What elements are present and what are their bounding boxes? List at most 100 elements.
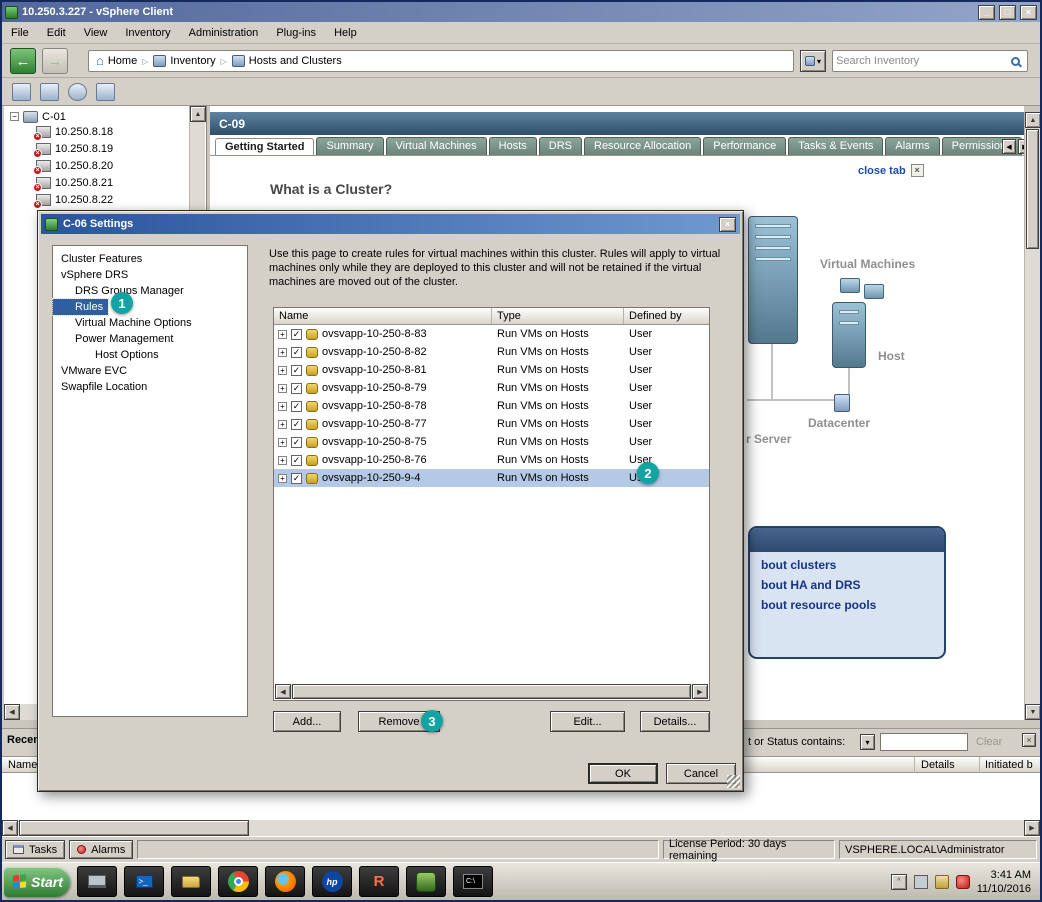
menu-item[interactable]: Edit: [38, 24, 75, 42]
scroll-left-icon[interactable]: ◀: [2, 820, 18, 836]
scrollbar-thumb[interactable]: [292, 684, 691, 699]
column-header-details[interactable]: Details: [921, 759, 955, 771]
start-button[interactable]: Start: [4, 867, 70, 897]
expand-icon[interactable]: +: [278, 402, 287, 411]
scroll-right-icon[interactable]: ▶: [1024, 820, 1040, 836]
tree-node-host[interactable]: × 10.250.8.18: [4, 123, 206, 140]
rule-checkbox[interactable]: ✓: [291, 383, 302, 394]
expand-icon[interactable]: +: [278, 366, 287, 375]
tab[interactable]: Performance: [703, 137, 786, 155]
menu-item[interactable]: Administration: [180, 24, 268, 42]
tree-node-host[interactable]: × 10.250.8.19: [4, 140, 206, 157]
settings-nav-item[interactable]: Virtual Machine Options: [53, 315, 197, 331]
collapse-icon[interactable]: −: [10, 112, 19, 121]
search-icon[interactable]: [1011, 57, 1020, 66]
breadcrumb-home[interactable]: ⌂ Home: [96, 55, 137, 67]
expand-icon[interactable]: +: [278, 474, 287, 483]
search-input[interactable]: [833, 52, 1009, 70]
rule-row[interactable]: + ✓ ovsvapp-10-250-8-79 Run VMs on Hosts…: [274, 379, 709, 397]
rule-checkbox[interactable]: ✓: [291, 365, 302, 376]
search-scope-button[interactable]: ▾: [800, 50, 826, 72]
menu-item[interactable]: Help: [325, 24, 366, 42]
tree-node-host[interactable]: × 10.250.8.22: [4, 191, 206, 208]
rule-checkbox[interactable]: ✓: [291, 473, 302, 484]
column-header-defined-by[interactable]: Defined by: [624, 308, 709, 324]
menu-item[interactable]: Plug-ins: [267, 24, 325, 42]
ok-button[interactable]: OK: [588, 763, 658, 784]
menu-item[interactable]: View: [75, 24, 117, 42]
tab[interactable]: Alarms: [885, 137, 939, 155]
rule-row[interactable]: + ✓ ovsvapp-10-250-8-78 Run VMs on Hosts…: [274, 397, 709, 415]
rule-row[interactable]: + ✓ ovsvapp-10-250-8-83 Run VMs on Hosts…: [274, 325, 709, 343]
tab[interactable]: DRS: [539, 137, 582, 155]
taskbar-item-cmd[interactable]: C:\: [453, 866, 493, 897]
expand-icon[interactable]: +: [278, 438, 287, 447]
taskbar-item-file-explorer[interactable]: [171, 866, 211, 897]
rule-checkbox[interactable]: ✓: [291, 419, 302, 430]
filter-dropdown-icon[interactable]: ▾: [860, 734, 875, 750]
scroll-down-icon[interactable]: ▼: [1025, 704, 1041, 720]
tab-scroll-left-icon[interactable]: ◀: [1002, 139, 1016, 154]
clear-filter-button[interactable]: Clear: [976, 736, 1002, 748]
breadcrumb-hosts-and-clusters[interactable]: Hosts and Clusters: [232, 55, 342, 67]
scroll-up-icon[interactable]: ▲: [190, 106, 206, 122]
settings-nav-item[interactable]: vSphere DRS: [53, 267, 133, 283]
taskbar-item-my-computer[interactable]: [77, 866, 117, 897]
rule-row[interactable]: + ✓ ovsvapp-10-250-8-75 Run VMs on Hosts…: [274, 433, 709, 451]
minimize-button[interactable]: _: [978, 5, 995, 20]
tray-app-icon[interactable]: [935, 875, 949, 889]
tab[interactable]: Resource Allocation: [584, 137, 701, 155]
taskbar-item-hp[interactable]: hp: [312, 866, 352, 897]
tray-expand-icon[interactable]: ^: [891, 874, 907, 890]
settings-nav-item[interactable]: VMware EVC: [53, 363, 132, 379]
expand-icon[interactable]: +: [278, 420, 287, 429]
tree-node-host[interactable]: × 10.250.8.21: [4, 174, 206, 191]
rule-details-button[interactable]: Details...: [640, 711, 710, 732]
maximize-button[interactable]: □: [999, 5, 1016, 20]
expand-icon[interactable]: +: [278, 384, 287, 393]
tab[interactable]: Virtual Machines: [386, 137, 487, 155]
column-header-name[interactable]: Name: [8, 759, 37, 771]
taskbar-item-terminal[interactable]: >_: [124, 866, 164, 897]
scroll-right-icon[interactable]: ▶: [692, 684, 708, 699]
back-button[interactable]: ←: [10, 48, 36, 74]
add-host-icon[interactable]: [40, 83, 59, 101]
taskbar-item-firefox[interactable]: [265, 866, 305, 897]
rule-checkbox[interactable]: ✓: [291, 329, 302, 340]
menu-item[interactable]: Inventory: [116, 24, 179, 42]
settings-nav-item[interactable]: Cluster Features: [53, 251, 147, 267]
scroll-left-icon[interactable]: ◀: [4, 704, 20, 720]
resize-grip[interactable]: [727, 775, 740, 788]
rule-checkbox[interactable]: ✓: [291, 455, 302, 466]
new-entity-icon[interactable]: [12, 83, 31, 101]
tab[interactable]: Summary: [316, 137, 383, 155]
tree-node-host[interactable]: × 10.250.8.20: [4, 157, 206, 174]
expand-icon[interactable]: +: [278, 456, 287, 465]
rule-checkbox[interactable]: ✓: [291, 437, 302, 448]
taskbar-item-vsphere[interactable]: [406, 866, 446, 897]
tab[interactable]: Getting Started: [215, 138, 314, 156]
menu-item[interactable]: File: [2, 24, 38, 42]
rule-row[interactable]: + ✓ ovsvapp-10-250-8-81 Run VMs on Hosts…: [274, 361, 709, 379]
breadcrumb-inventory[interactable]: Inventory: [153, 55, 215, 67]
rules-table-scrollbar[interactable]: ◀ ▶: [275, 684, 708, 699]
settings-nav-item[interactable]: Power Management: [53, 331, 178, 347]
maps-icon[interactable]: [96, 83, 115, 101]
expand-icon[interactable]: +: [278, 348, 287, 357]
tray-alert-icon[interactable]: [956, 875, 970, 889]
scroll-up-icon[interactable]: ▲: [1025, 112, 1041, 128]
learn-more-link[interactable]: bout resource pools: [750, 592, 944, 612]
scrollbar-thumb[interactable]: [19, 820, 249, 836]
settings-nav-item[interactable]: Swapfile Location: [53, 379, 152, 395]
tab[interactable]: Tasks & Events: [788, 137, 883, 155]
forward-button[interactable]: →: [42, 48, 68, 74]
column-header-name[interactable]: Name: [274, 308, 492, 324]
rule-checkbox[interactable]: ✓: [291, 347, 302, 358]
recent-tasks-filter-input[interactable]: [880, 733, 968, 751]
cancel-button[interactable]: Cancel: [666, 763, 736, 784]
settings-nav-item[interactable]: Rules: [53, 299, 108, 315]
learn-more-link[interactable]: bout HA and DRS: [750, 572, 944, 592]
alarms-toggle-button[interactable]: Alarms: [69, 840, 133, 859]
close-tab-link[interactable]: close tab ×: [858, 164, 924, 177]
rule-checkbox[interactable]: ✓: [291, 401, 302, 412]
